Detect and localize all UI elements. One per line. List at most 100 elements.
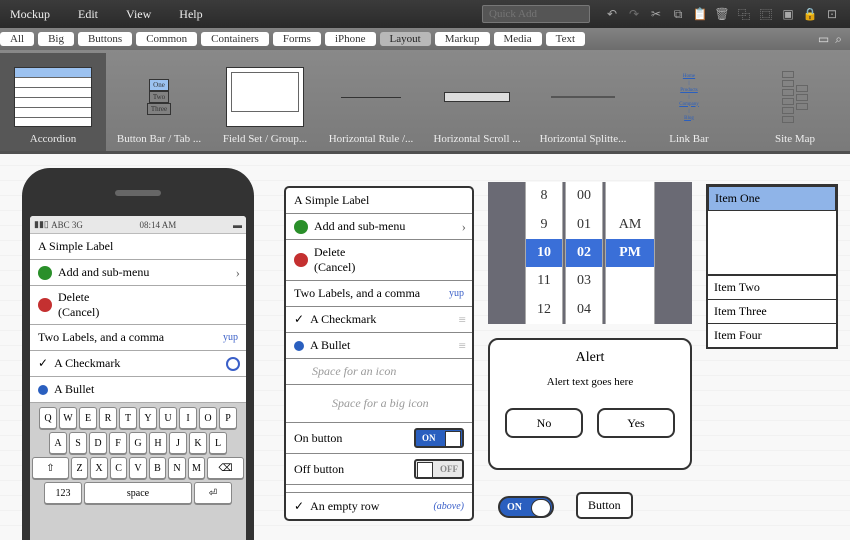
- accordion-header[interactable]: Item One: [708, 186, 836, 211]
- list-item[interactable]: Add and sub-menu›: [30, 260, 246, 286]
- key[interactable]: R: [99, 407, 117, 429]
- key[interactable]: N: [168, 457, 185, 479]
- switch-on[interactable]: ON: [498, 496, 554, 518]
- picker-cell-selected[interactable]: PM: [606, 239, 654, 267]
- key[interactable]: E: [79, 407, 97, 429]
- list-item[interactable]: Two Labels, and a commayup: [30, 325, 246, 351]
- shelf-hscroll[interactable]: Horizontal Scroll ...: [424, 53, 530, 151]
- shelf-accordion[interactable]: Accordion: [0, 53, 106, 151]
- copy-icon[interactable]: ⧉: [670, 6, 686, 22]
- panel-toggle-icon[interactable]: ▭: [818, 32, 829, 47]
- key[interactable]: F: [109, 432, 127, 454]
- list-item[interactable]: Delete(Cancel): [286, 240, 472, 281]
- picker-cell[interactable]: AM: [606, 210, 654, 238]
- list-item[interactable]: On buttonON: [286, 423, 472, 454]
- group-icon[interactable]: ⿴: [758, 6, 774, 22]
- key[interactable]: Q: [39, 407, 57, 429]
- key[interactable]: V: [129, 457, 146, 479]
- accordion-widget[interactable]: Item One Item Two Item Three Item Four: [706, 184, 838, 349]
- picker-cell[interactable]: 00: [566, 182, 602, 210]
- picker-cell[interactable]: 01: [566, 210, 602, 238]
- list-item[interactable]: A Bullet≡: [286, 333, 472, 359]
- key[interactable]: D: [89, 432, 107, 454]
- list-item[interactable]: Delete(Cancel): [30, 286, 246, 325]
- key[interactable]: I: [179, 407, 197, 429]
- list-item[interactable]: A Simple Label: [30, 234, 246, 260]
- quick-add-input[interactable]: [482, 5, 590, 23]
- key[interactable]: C: [110, 457, 127, 479]
- key[interactable]: G: [129, 432, 147, 454]
- filter-forms[interactable]: Forms: [273, 32, 321, 46]
- iphone-mockup[interactable]: ▮▮▯ ABC 3G 08:14 AM ▬ A Simple Label Add…: [22, 168, 254, 540]
- key[interactable]: P: [219, 407, 237, 429]
- key[interactable]: H: [149, 432, 167, 454]
- undo-icon[interactable]: ↶: [604, 6, 620, 22]
- list-item[interactable]: ✓An empty row(above): [286, 493, 472, 519]
- shelf-hsplit[interactable]: Horizontal Splitte...: [530, 53, 636, 151]
- key[interactable]: L: [209, 432, 227, 454]
- picker-cell[interactable]: 03: [566, 267, 602, 295]
- return-key[interactable]: ⏎: [194, 482, 232, 504]
- accordion-item[interactable]: Item Four: [708, 323, 836, 347]
- picker-ampm[interactable]: AM PM: [605, 182, 655, 324]
- filter-media[interactable]: Media: [494, 32, 542, 46]
- key[interactable]: K: [189, 432, 207, 454]
- bring-front-icon[interactable]: ▣: [780, 6, 796, 22]
- key[interactable]: U: [159, 407, 177, 429]
- picker-cell[interactable]: 11: [526, 267, 562, 295]
- picker-hours[interactable]: 8 9 10 11 12: [525, 182, 563, 324]
- shelf-fieldset[interactable]: Field Set / Group...: [212, 53, 318, 151]
- filter-iphone[interactable]: iPhone: [325, 32, 376, 46]
- lock-icon[interactable]: 🔒: [802, 6, 818, 22]
- list-item[interactable]: ✓A Checkmark: [30, 351, 246, 377]
- key[interactable]: A: [49, 432, 67, 454]
- key[interactable]: X: [90, 457, 107, 479]
- picker-cell[interactable]: 9: [526, 210, 562, 238]
- key[interactable]: O: [199, 407, 217, 429]
- menu-mockup[interactable]: Mockup: [10, 7, 50, 22]
- accordion-item[interactable]: Item Two: [708, 275, 836, 299]
- list-widget[interactable]: A Simple Label Add and sub-menu› Delete(…: [284, 186, 474, 521]
- picker-cell-selected[interactable]: 02: [566, 239, 602, 267]
- list-item[interactable]: A Simple Label: [286, 188, 472, 214]
- paste-icon[interactable]: 📋: [692, 6, 708, 22]
- key[interactable]: J: [169, 432, 187, 454]
- accordion-item[interactable]: Item Three: [708, 299, 836, 323]
- shift-key[interactable]: ⇧: [32, 457, 69, 479]
- list-item[interactable]: Add and sub-menu›: [286, 214, 472, 240]
- list-item[interactable]: Space for a big icon: [286, 385, 472, 423]
- picker-cell[interactable]: [606, 267, 654, 295]
- filter-big[interactable]: Big: [38, 32, 74, 46]
- menu-view[interactable]: View: [126, 7, 151, 22]
- button-widget[interactable]: Button: [576, 492, 633, 519]
- list-item[interactable]: Space for an icon: [286, 359, 472, 385]
- menu-edit[interactable]: Edit: [78, 7, 98, 22]
- shelf-buttonbar[interactable]: OneTwoThree Button Bar / Tab ...: [106, 53, 212, 151]
- key[interactable]: Y: [139, 407, 157, 429]
- filter-text[interactable]: Text: [546, 32, 585, 46]
- time-picker[interactable]: 8 9 10 11 12 00 01 02 03 04 AM PM: [488, 182, 692, 324]
- key[interactable]: T: [119, 407, 137, 429]
- key[interactable]: B: [149, 457, 166, 479]
- key[interactable]: M: [188, 457, 205, 479]
- canvas[interactable]: ▮▮▯ ABC 3G 08:14 AM ▬ A Simple Label Add…: [0, 154, 850, 540]
- picker-cell[interactable]: 8: [526, 182, 562, 210]
- picker-cell[interactable]: [606, 296, 654, 324]
- list-item[interactable]: Off buttonOFF: [286, 454, 472, 485]
- picker-cell[interactable]: 12: [526, 296, 562, 324]
- yes-button[interactable]: Yes: [597, 408, 675, 438]
- no-button[interactable]: No: [505, 408, 583, 438]
- list-item[interactable]: ✓A Checkmark≡: [286, 307, 472, 333]
- shelf-sitemap[interactable]: Site Map: [742, 53, 848, 151]
- picker-cell-selected[interactable]: 10: [526, 239, 562, 267]
- search-icon[interactable]: ⌕: [835, 32, 842, 47]
- toggle-off[interactable]: OFF: [414, 459, 464, 479]
- picker-mins[interactable]: 00 01 02 03 04: [565, 182, 603, 324]
- duplicate-icon[interactable]: ⿻: [736, 6, 752, 22]
- key[interactable]: W: [59, 407, 77, 429]
- shelf-linkbar[interactable]: Home|Products|Company|Blog Link Bar: [636, 53, 742, 151]
- key[interactable]: S: [69, 432, 87, 454]
- cut-icon[interactable]: ✂: [648, 6, 664, 22]
- list-item[interactable]: A Bullet: [30, 377, 246, 403]
- picker-cell[interactable]: 04: [566, 296, 602, 324]
